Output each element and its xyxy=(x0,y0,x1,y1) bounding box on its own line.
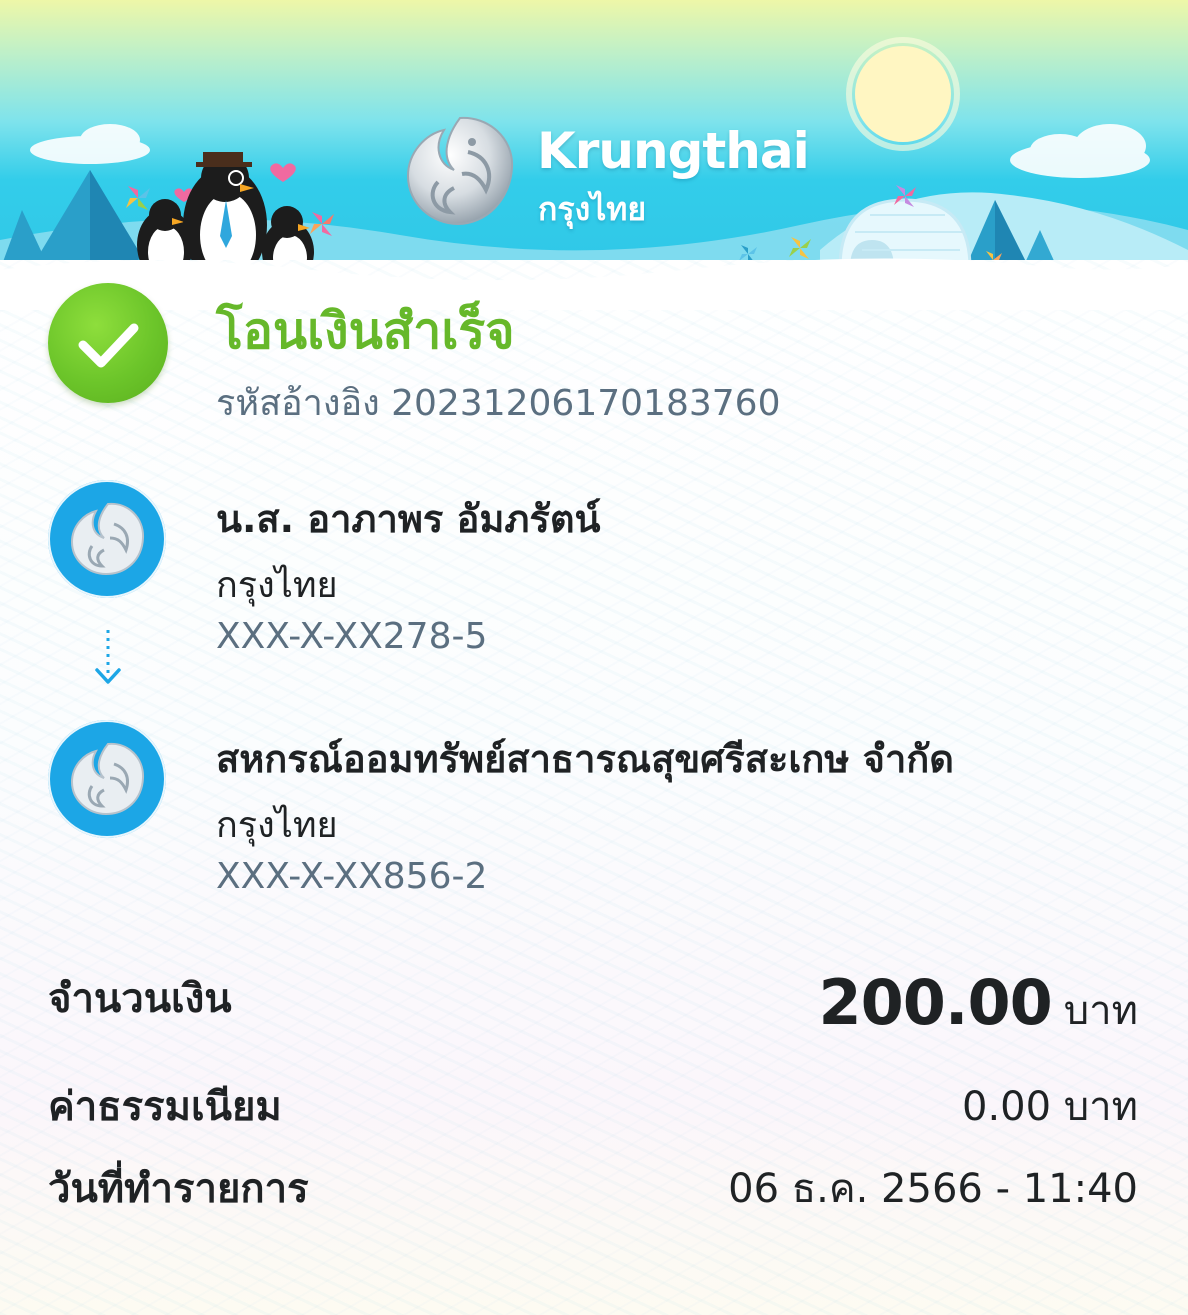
amount-value: 200.00 xyxy=(818,966,1053,1039)
transfer-status-title: โอนเงินสำเร็จ xyxy=(216,302,515,360)
brand-name-thai: กรุงไทย xyxy=(538,190,647,228)
success-check-icon xyxy=(48,283,168,403)
krungthai-logo-icon xyxy=(70,742,145,816)
receiver-bank-name: กรุงไทย xyxy=(216,805,338,846)
sender-bank-name: กรุงไทย xyxy=(216,565,338,606)
sender-account-number: XXX-X-XX278-5 xyxy=(216,616,488,657)
brand-name-english: Krungthai xyxy=(537,122,810,180)
amount-unit: บาท xyxy=(1063,988,1138,1034)
reference-number: รหัสอ้างอิง 2023120617018376​0 xyxy=(216,383,781,424)
fee-value: 0.00 บาท xyxy=(962,1084,1138,1130)
amount-label: จำนวนเงิน xyxy=(48,976,232,1022)
krungthai-logo-icon xyxy=(398,112,522,232)
krungthai-logo-icon xyxy=(70,502,145,576)
transfer-arrow-down-icon xyxy=(95,630,121,684)
fee-label: ค่าธรรมเนียม xyxy=(48,1084,282,1130)
receiver-name: สหกรณ์ออมทรัพย์สาธารณสุขศรีสะเกษ จำกัด xyxy=(216,737,954,781)
receiver-account-number: XXX-X-XX856-2 xyxy=(216,856,488,897)
sender-bank-avatar xyxy=(48,480,166,598)
amount-value-group: 200.00 บาท xyxy=(819,966,1138,1042)
transaction-date-value: 06 ธ.ค. 2566 - 11:40 xyxy=(728,1166,1138,1212)
snow-ground xyxy=(0,258,1188,310)
receiver-bank-avatar xyxy=(48,720,166,838)
sender-name: น.ส. อาภาพร อัมภรัตน์ xyxy=(216,497,601,541)
transaction-date-label: วันที่ทำรายการ xyxy=(48,1166,309,1212)
